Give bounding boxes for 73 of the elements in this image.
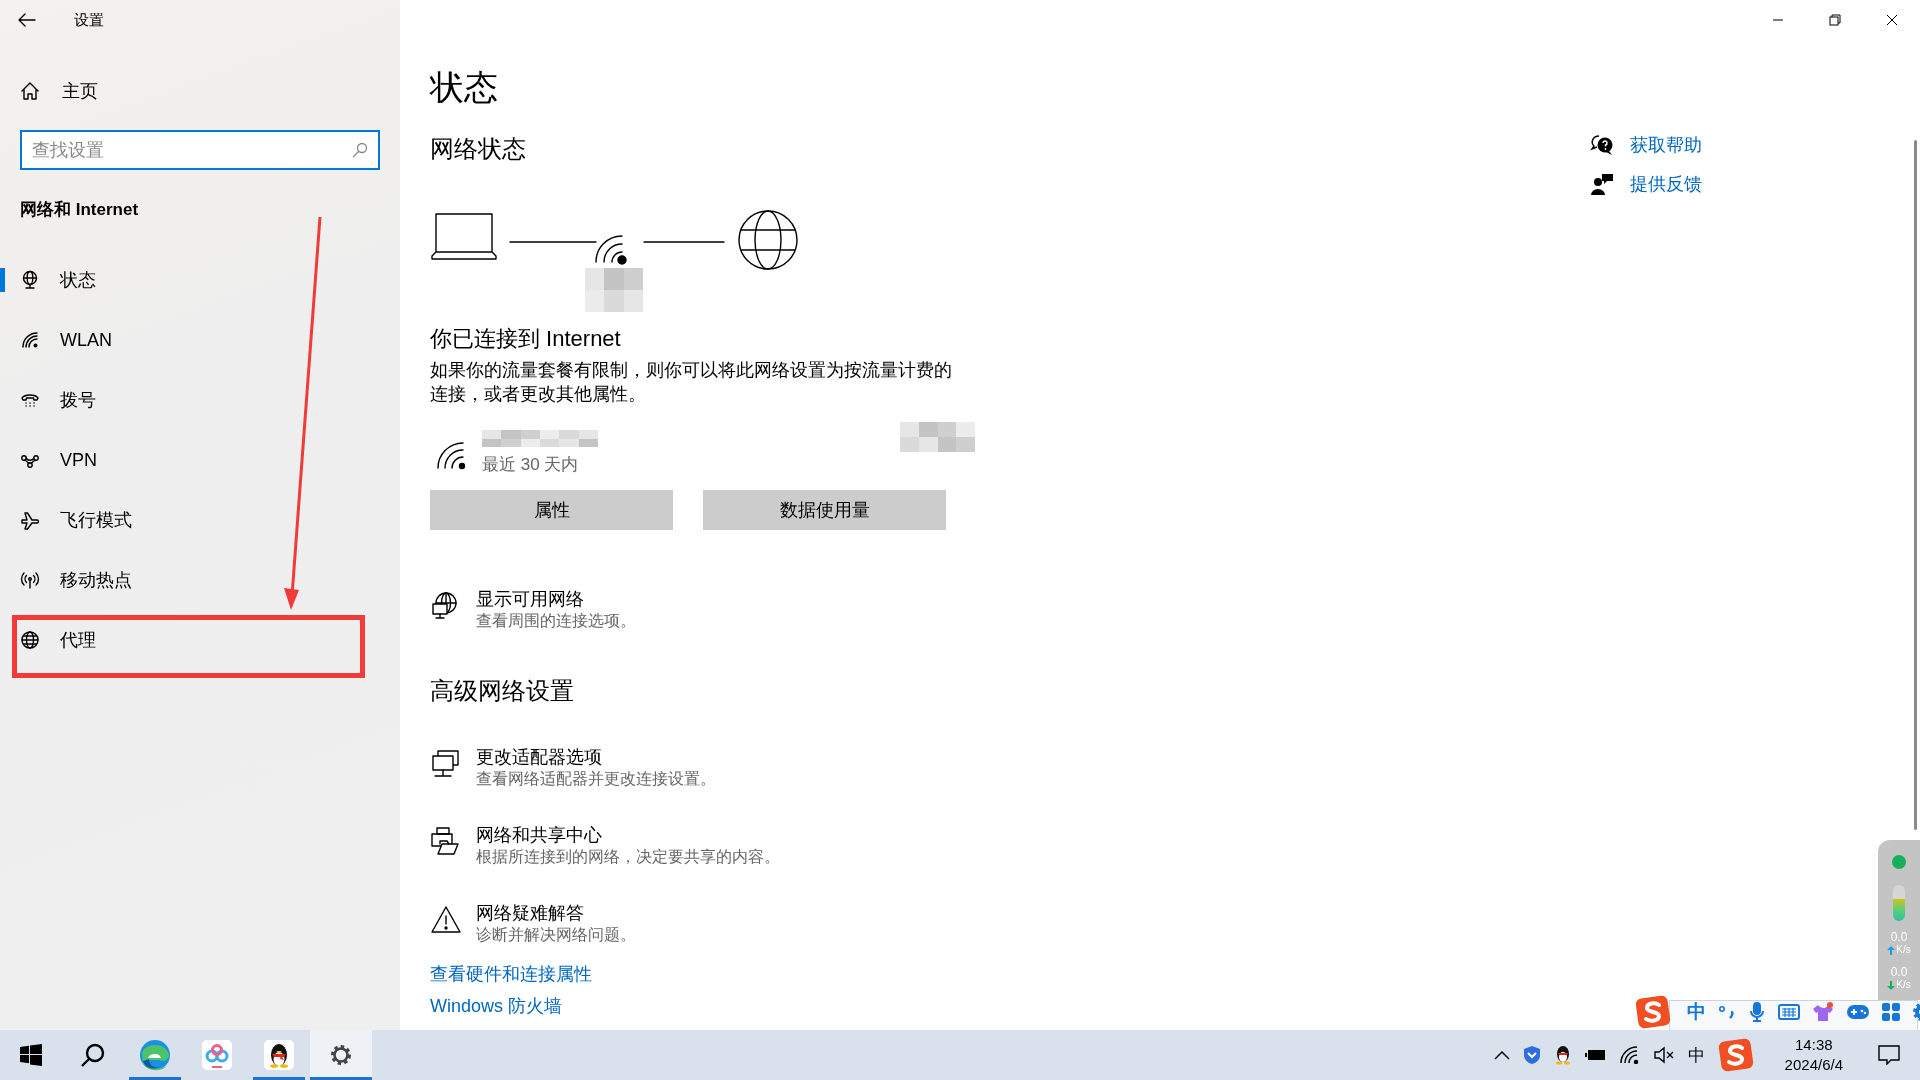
person-speech-icon bbox=[1590, 172, 1614, 195]
section-heading: 高级网络设置 bbox=[430, 676, 574, 706]
sidebar-item[interactable]: VPN bbox=[0, 430, 400, 490]
text-link[interactable]: Windows 防火墙 bbox=[430, 994, 563, 1018]
windows-logo-icon bbox=[20, 1044, 42, 1066]
down-arrow-icon bbox=[1887, 980, 1896, 990]
airplane-icon bbox=[20, 510, 40, 530]
shield-icon[interactable] bbox=[1522, 1045, 1541, 1065]
globe-monitor-icon bbox=[20, 270, 40, 290]
grid-icon[interactable] bbox=[1882, 1003, 1900, 1021]
home-icon bbox=[20, 81, 40, 101]
penguin-icon bbox=[264, 1040, 294, 1070]
window-title: 设置 bbox=[74, 10, 104, 30]
chat-question-icon bbox=[1590, 133, 1614, 156]
properties-button[interactable]: 属性 bbox=[430, 490, 673, 530]
tray-input-logo-icon[interactable] bbox=[1717, 1038, 1754, 1072]
speed-unit: K/s bbox=[1896, 979, 1911, 991]
globe-icon bbox=[20, 630, 40, 650]
notification-icon[interactable] bbox=[1878, 1045, 1900, 1065]
sidebar-item[interactable]: WLAN bbox=[0, 310, 400, 370]
up-arrow-icon bbox=[1887, 945, 1896, 955]
speaker-muted-icon[interactable] bbox=[1652, 1046, 1675, 1064]
cloud-icon bbox=[202, 1040, 232, 1070]
help-link[interactable]: 获取帮助 bbox=[1630, 132, 1702, 157]
settings-link[interactable]: 更改适配器选项 查看网络适配器并更改连接设置。 bbox=[430, 746, 716, 790]
settings-link[interactable]: 网络和共享中心 根据所连接到的网络，决定要共享的内容。 bbox=[430, 824, 780, 868]
wifi-icon[interactable] bbox=[1619, 1046, 1640, 1064]
input-mode-indicator[interactable]: 中 bbox=[1687, 1043, 1705, 1067]
settings-link[interactable]: 网络疑难解答 诊断并解决网络问题。 bbox=[430, 902, 636, 946]
gear-icon bbox=[329, 1043, 353, 1067]
settings-link[interactable]: 显示可用网络 查看周围的连接选项。 bbox=[430, 588, 636, 632]
home-nav-item[interactable]: 主页 bbox=[20, 71, 104, 111]
monitor-icon bbox=[430, 748, 462, 780]
connection-status-title: 你已连接到 Internet bbox=[430, 325, 621, 353]
punctuation-icon[interactable] bbox=[1718, 1003, 1736, 1021]
search-field[interactable]: 查找设置 bbox=[20, 130, 380, 170]
scrollbar-thumb[interactable] bbox=[1914, 140, 1917, 830]
wifi-icon bbox=[20, 330, 40, 350]
penguin-icon[interactable] bbox=[1553, 1044, 1572, 1066]
upload-speed: 0.0 bbox=[1890, 931, 1908, 944]
data-usage-button[interactable]: 数据使用量 bbox=[703, 490, 946, 530]
page-title: 状态 bbox=[430, 67, 498, 108]
sidebar-item[interactable]: 代理 bbox=[0, 610, 400, 670]
shirt-icon[interactable] bbox=[1812, 1002, 1834, 1022]
input-mode-toggle[interactable]: 中 bbox=[1687, 999, 1706, 1025]
search-icon bbox=[80, 1042, 106, 1068]
search-icon bbox=[352, 142, 368, 158]
keyboard-icon[interactable] bbox=[1778, 1003, 1800, 1021]
sidebar-item[interactable]: 拨号 bbox=[0, 370, 400, 430]
sidebar-item[interactable]: 状态 bbox=[0, 250, 400, 310]
help-link[interactable]: 提供反馈 bbox=[1630, 171, 1702, 196]
status-dot bbox=[1892, 855, 1906, 869]
connection-description: 如果你的流量套餐有限制，则你可以将此网络设置为按流量计费的连接，或者更改其他属性。 bbox=[430, 359, 953, 406]
taskbar-clock[interactable]: 14:38 2024/6/4 bbox=[1784, 1035, 1843, 1075]
battery-icon[interactable] bbox=[1584, 1048, 1607, 1062]
blurred-label bbox=[585, 268, 643, 312]
taskbar-app-button[interactable] bbox=[310, 1030, 372, 1080]
section-heading: 网络和 Internet bbox=[20, 199, 139, 221]
download-speed: 0.0 bbox=[1890, 966, 1908, 979]
warning-icon bbox=[430, 904, 462, 936]
section-heading: 网络状态 bbox=[430, 134, 526, 164]
printer-folder-icon bbox=[430, 826, 462, 858]
text-link[interactable]: 查看硬件和连接属性 bbox=[430, 962, 592, 986]
sidebar-item[interactable]: 移动热点 bbox=[0, 550, 400, 610]
browser-swirl-icon bbox=[139, 1039, 171, 1071]
sidebar-item[interactable]: 飞行模式 bbox=[0, 490, 400, 550]
speed-unit: K/s bbox=[1896, 944, 1911, 956]
broadcast-icon bbox=[20, 570, 40, 590]
usage-period: 最近 30 天内 bbox=[482, 454, 579, 476]
microphone-icon[interactable] bbox=[1748, 1002, 1766, 1022]
back-arrow-icon[interactable] bbox=[18, 13, 36, 27]
chevron-up-icon[interactable] bbox=[1493, 1050, 1510, 1060]
wifi-signal-icon bbox=[436, 440, 468, 470]
